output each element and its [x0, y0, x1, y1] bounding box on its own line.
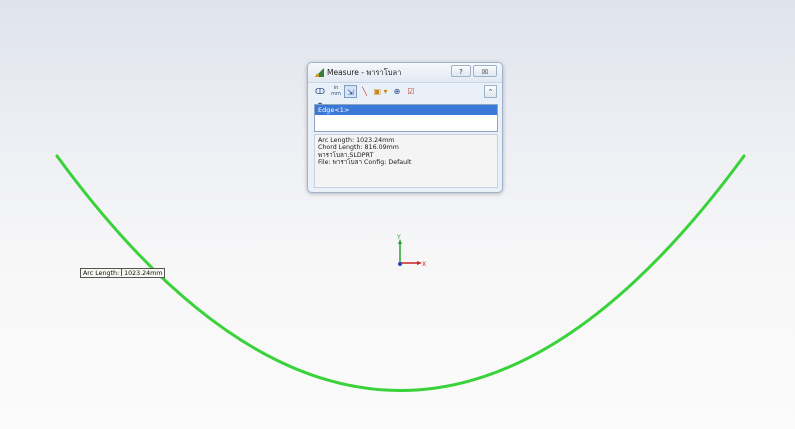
point-to-point-icon[interactable]: ╲ — [359, 85, 370, 98]
units-precision-icon[interactable]: in mm — [330, 85, 342, 98]
coordinate-triad: Y X — [396, 234, 426, 268]
selection-item[interactable]: Edge<1> — [315, 105, 497, 115]
measure-results: Arc Length: 1023.24mm Chord Length: 816.… — [314, 134, 498, 188]
y-axis-label: Y — [396, 234, 401, 241]
measure-toolbar: ↀ ▾ in mm ⇲ ╲ ▣ ▾ ⊕ ☑ ⌃ — [312, 85, 498, 109]
arc-length-callout: Arc Length: 1023.24mm — [80, 268, 166, 278]
callout-value: 1023.24mm — [124, 270, 163, 277]
projection-icon[interactable]: ▣ ▾ — [372, 85, 389, 98]
chord-length-result: Chord Length: 816.09mm — [318, 144, 399, 152]
dialog-title: Measure - พาราโบลา — [327, 68, 402, 77]
dialog-titlebar[interactable]: Measure - พาราโบลา ? ☒ — [308, 63, 502, 83]
measure-dialog[interactable]: Measure - พาราโบลา ? ☒ ↀ ▾ in mm ⇲ ╲ ▣ ▾… — [307, 62, 503, 193]
help-button[interactable]: ? — [451, 65, 471, 77]
measure-tool-icon — [315, 68, 324, 77]
x-axis-label: X — [422, 261, 426, 268]
close-button[interactable]: ☒ — [473, 65, 497, 77]
origin-point — [398, 262, 402, 266]
callout-divider — [121, 269, 123, 276]
show-xyz-measurements-icon[interactable]: ⇲ — [344, 85, 357, 98]
selection-list[interactable]: Edge<1> — [314, 104, 498, 132]
file-config-info: File: พาราโบลา Config: Default — [318, 159, 412, 167]
callout-label: Arc Length: — [83, 270, 120, 277]
arc-circle-options-icon[interactable]: ↀ ▾ — [312, 85, 328, 109]
arc-length-result: Arc Length: 1023.24mm — [318, 137, 395, 144]
collapse-button[interactable]: ⌃ — [484, 85, 497, 98]
history-icon[interactable]: ⊕ — [392, 85, 402, 98]
create-sensor-icon[interactable]: ☑ — [406, 85, 416, 98]
